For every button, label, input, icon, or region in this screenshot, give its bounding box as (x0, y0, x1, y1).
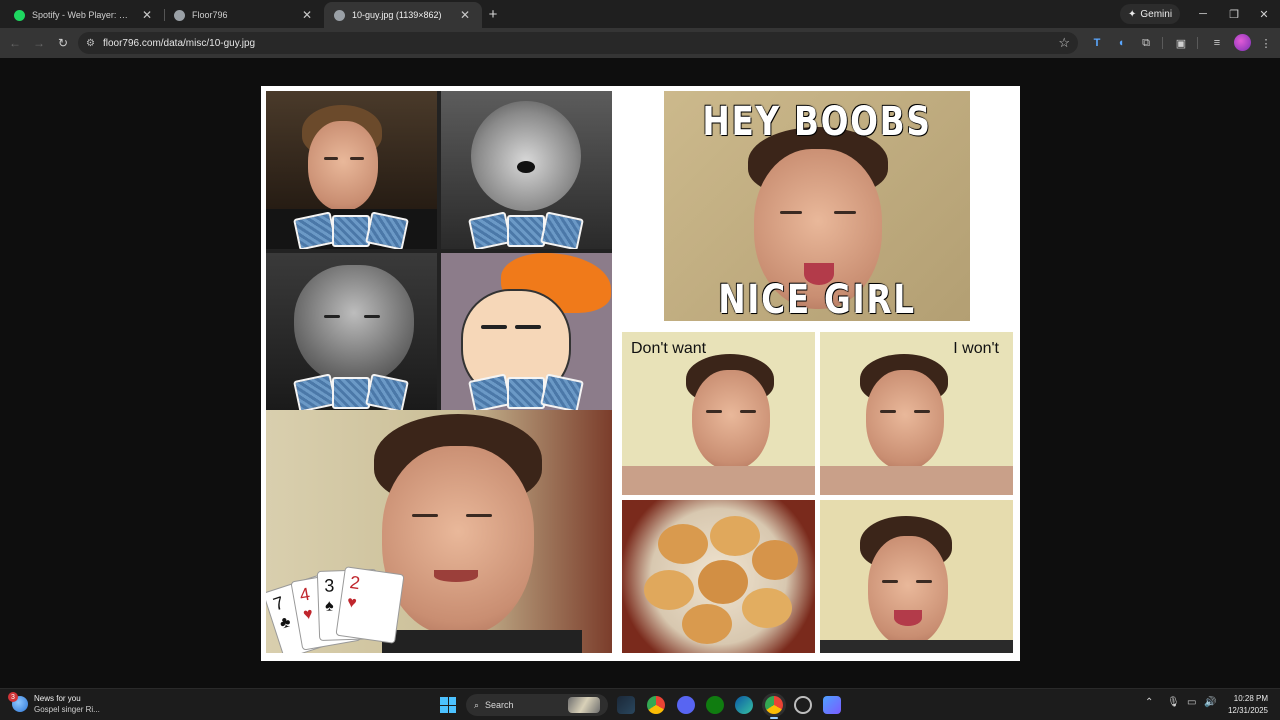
poker-panel-cartoon (441, 253, 612, 410)
poker-panel-hound (266, 253, 437, 410)
search-label: Search (485, 700, 514, 710)
bookmark-star-icon[interactable]: ☆ (1058, 35, 1070, 51)
profile-avatar[interactable] (1234, 34, 1251, 51)
clock-time: 10:28 PM (1233, 694, 1268, 703)
tab-spotify[interactable]: Spotify - Web Player: Music for ✕ (4, 2, 164, 28)
close-icon[interactable]: ✕ (300, 8, 314, 22)
poker-panel-dog (441, 91, 612, 249)
steam-icon[interactable] (617, 696, 635, 714)
microphone-icon[interactable]: 🎙 (1167, 697, 1180, 708)
windows-start-icon[interactable] (440, 697, 456, 713)
chevron-up-icon[interactable]: ⌃ (1145, 697, 1153, 708)
spotify-icon (14, 9, 25, 21)
playing-cards-icon (292, 211, 412, 249)
extensions-puzzle-icon[interactable]: ⧉ (1138, 35, 1154, 51)
forward-arrow-icon[interactable]: → (30, 34, 48, 52)
toolbar-separator (1197, 37, 1198, 49)
poker-panel-man (266, 91, 437, 249)
url-text[interactable]: floor796.com/data/misc/10-guy.jpg (103, 38, 255, 49)
tab-search-icon[interactable]: ▣ (1173, 35, 1189, 51)
chrome-active-icon[interactable] (765, 696, 783, 719)
tab-10-guy[interactable]: 10-guy.jpg (1139×862) ✕ (324, 2, 482, 28)
browser-toolbar: ← → ↻ ⚙ floor796.com/data/misc/10-guy.jp… (0, 28, 1280, 58)
hey-boobs-meme: HEY BOOBS NICE GIRL (664, 91, 970, 321)
floor796-icon (334, 9, 345, 21)
tab-title: 10-guy.jpg (1139×862) (352, 10, 442, 20)
news-subtitle: Gospel singer Ri... (34, 705, 100, 714)
i-wont-panel: I won't (820, 332, 1013, 495)
gemini-button[interactable]: ✦ Gemini (1120, 4, 1181, 24)
panel-label-left: Don't want (631, 340, 707, 357)
site-info-icon[interactable]: ⚙ (86, 38, 95, 49)
tab-strip: Spotify - Web Player: Music for ✕ Floor7… (0, 0, 1280, 28)
edge-icon[interactable] (735, 696, 753, 714)
sparkle-icon: ✦ (1128, 8, 1137, 20)
tab-title: Spotify - Web Player: Music for (32, 10, 134, 20)
restore-icon[interactable]: ❐ (1224, 5, 1244, 23)
ten-guy-cards-photo: 7 ♣ 4 ♥ 3 ♠ 2 ♥ (266, 410, 612, 653)
search-icon: ⌕ (474, 699, 480, 710)
poker-face-grid (266, 91, 612, 410)
displayed-image[interactable]: 7 ♣ 4 ♥ 3 ♠ 2 ♥ HEY BOOBS NICE GIRL Don'… (261, 86, 1020, 661)
minimize-icon[interactable]: ─ (1193, 5, 1213, 23)
playing-card: 2 ♥ (335, 566, 405, 644)
heart-pastries-photo (622, 500, 815, 653)
notification-badge: 3 (8, 692, 18, 702)
taskbar-search-box[interactable]: ⌕ Search (466, 694, 608, 716)
volume-icon[interactable]: 🔊 (1204, 697, 1216, 708)
menu-kebab-icon[interactable]: ⋮ (1258, 35, 1274, 51)
discord-icon[interactable] (677, 696, 695, 714)
toolbar-separator (1162, 37, 1163, 49)
meme-caption-bottom: NICE GIRL (718, 277, 916, 321)
address-bar[interactable]: ⚙ floor796.com/data/misc/10-guy.jpg ☆ (78, 32, 1078, 54)
xbox-icon[interactable] (706, 696, 724, 714)
plus-icon[interactable]: + (484, 6, 502, 23)
back-arrow-icon[interactable]: ← (6, 34, 24, 52)
playing-cards-icon (467, 211, 587, 249)
app-icon[interactable] (823, 696, 841, 714)
clock-date: 12/31/2025 (1227, 706, 1268, 715)
ten-guy-tongue-photo (820, 500, 1013, 653)
read-aloud-extension-icon[interactable]: ◖ (1113, 35, 1129, 51)
meme-caption-top: HEY BOOBS (702, 99, 932, 145)
news-title: News for you (34, 694, 81, 703)
weather-news-icon: 3 (8, 692, 28, 712)
obs-icon[interactable] (794, 696, 812, 714)
search-highlight-image (568, 697, 600, 713)
playing-cards-icon (292, 373, 412, 410)
reload-icon[interactable]: ↻ (54, 34, 72, 52)
image-viewport: 7 ♣ 4 ♥ 3 ♠ 2 ♥ HEY BOOBS NICE GIRL Don'… (0, 58, 1280, 688)
windows-taskbar: 3 News for you Gospel singer Ri... ⌕ Sea… (0, 688, 1280, 720)
close-window-icon[interactable]: ✕ (1254, 5, 1274, 23)
network-icon[interactable]: ▭ (1187, 697, 1196, 708)
translate-extension-icon[interactable]: T (1089, 35, 1105, 51)
panel-label-right: I won't (953, 340, 999, 357)
dont-want-panel: Don't want (622, 332, 815, 495)
reading-list-icon[interactable]: ≡ (1209, 35, 1225, 51)
system-clock[interactable]: 10:28 PM 12/31/2025 (1222, 693, 1268, 717)
news-widget[interactable]: 3 News for you Gospel singer Ri... (8, 692, 100, 715)
close-icon[interactable]: ✕ (140, 8, 154, 22)
gemini-label: Gemini (1140, 8, 1173, 20)
tab-title: Floor796 (192, 10, 228, 20)
tab-floor796[interactable]: Floor796 ✕ (164, 2, 324, 28)
playing-cards-icon (467, 373, 587, 410)
floor796-icon (174, 9, 185, 21)
chrome-icon[interactable] (647, 696, 665, 714)
close-icon[interactable]: ✕ (458, 8, 472, 22)
